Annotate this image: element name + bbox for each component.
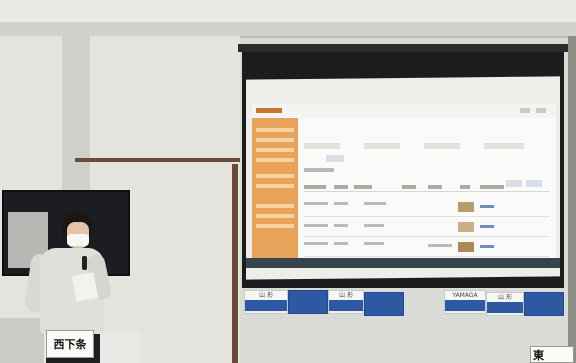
- projected-sidebar-item: [256, 184, 294, 188]
- projected-table-header: [304, 185, 550, 192]
- name-plate-left-text: 西下条: [53, 338, 87, 351]
- projected-header-cell: [460, 185, 470, 189]
- projected-cell: [364, 202, 386, 205]
- projected-cell: [428, 244, 452, 247]
- projected-filter-row: [304, 143, 544, 151]
- projected-table-row: [304, 216, 550, 237]
- projected-cell: [304, 202, 328, 205]
- projected-sidebar-item: [256, 148, 294, 152]
- projected-cell: [364, 242, 384, 245]
- projected-header-cell: [354, 185, 372, 189]
- projected-link: [480, 245, 494, 248]
- projected-sidebar-item: [256, 214, 294, 218]
- projected-filter: [484, 143, 524, 149]
- projected-filter: [304, 143, 340, 149]
- projected-cell: [334, 224, 348, 227]
- projected-table-row: [304, 236, 550, 257]
- banner-text: 山 形: [329, 291, 363, 300]
- projected-header-cell: [334, 185, 348, 189]
- projected-cell: [304, 224, 328, 227]
- projected-cell: [334, 242, 348, 245]
- projected-section-label: [304, 168, 334, 172]
- projected-cell: [304, 242, 328, 245]
- projected-sidebar-item: [256, 174, 294, 178]
- banner: 山 形: [328, 290, 364, 314]
- projected-cell: [364, 224, 384, 227]
- projected-sidebar-item: [256, 224, 294, 228]
- ceiling: [0, 0, 576, 22]
- projected-table-row: [304, 196, 550, 217]
- banner: YAMAGA: [444, 290, 486, 314]
- projected-control: [536, 108, 546, 113]
- banner-stripe: [487, 302, 523, 313]
- projected-sidebar-item: [256, 138, 294, 142]
- banner: 山 形: [486, 292, 524, 316]
- name-plate-left: 西下条: [46, 330, 94, 358]
- projected-link: [480, 205, 494, 208]
- banner-text: 山 形: [245, 291, 287, 300]
- screen-housing: [238, 44, 568, 52]
- projected-filter: [364, 143, 400, 149]
- projected-link: [480, 225, 494, 228]
- banner-row: 山 形 山 形 YAMAGA 山 形: [244, 288, 566, 316]
- banner: [364, 292, 404, 316]
- banner-text: 山 形: [487, 293, 523, 302]
- banner-stripe: [445, 300, 485, 311]
- projected-taskbar: [246, 258, 560, 268]
- wall-edge: [568, 36, 576, 363]
- projected-sidebar-item: [256, 128, 294, 132]
- projected-header-cell: [480, 185, 504, 189]
- chair: [0, 318, 44, 363]
- projected-button: [326, 155, 344, 162]
- banner-stripe: [329, 300, 363, 311]
- projected-app-topbar: [252, 104, 556, 119]
- projected-thumbnail: [458, 202, 474, 212]
- microphone: [82, 256, 87, 270]
- projected-header-cell: [402, 185, 416, 189]
- name-plate-right: 東: [530, 346, 574, 363]
- wall-rail: [75, 158, 240, 162]
- projected-filter: [424, 143, 460, 149]
- name-plate-right-text: 東: [533, 348, 544, 362]
- presenter-paper: [71, 272, 99, 302]
- banner-text: YAMAGA: [445, 291, 485, 300]
- projected-cell: [334, 202, 348, 205]
- projected-thumbnail: [458, 222, 474, 232]
- projected-sidebar-item: [256, 158, 294, 162]
- door-frame: [232, 164, 238, 363]
- projected-header-cell: [428, 185, 442, 189]
- face-mask: [67, 234, 89, 246]
- projected-thumbnail: [458, 242, 474, 252]
- projected-header-cell: [304, 185, 326, 189]
- projected-sidebar-item: [256, 204, 294, 208]
- projected-app-logo: [256, 108, 282, 113]
- banner-stripe: [245, 300, 287, 311]
- banner: [288, 290, 328, 314]
- banner: [524, 292, 564, 316]
- banner: 山 形: [244, 290, 288, 314]
- projected-control: [520, 108, 530, 113]
